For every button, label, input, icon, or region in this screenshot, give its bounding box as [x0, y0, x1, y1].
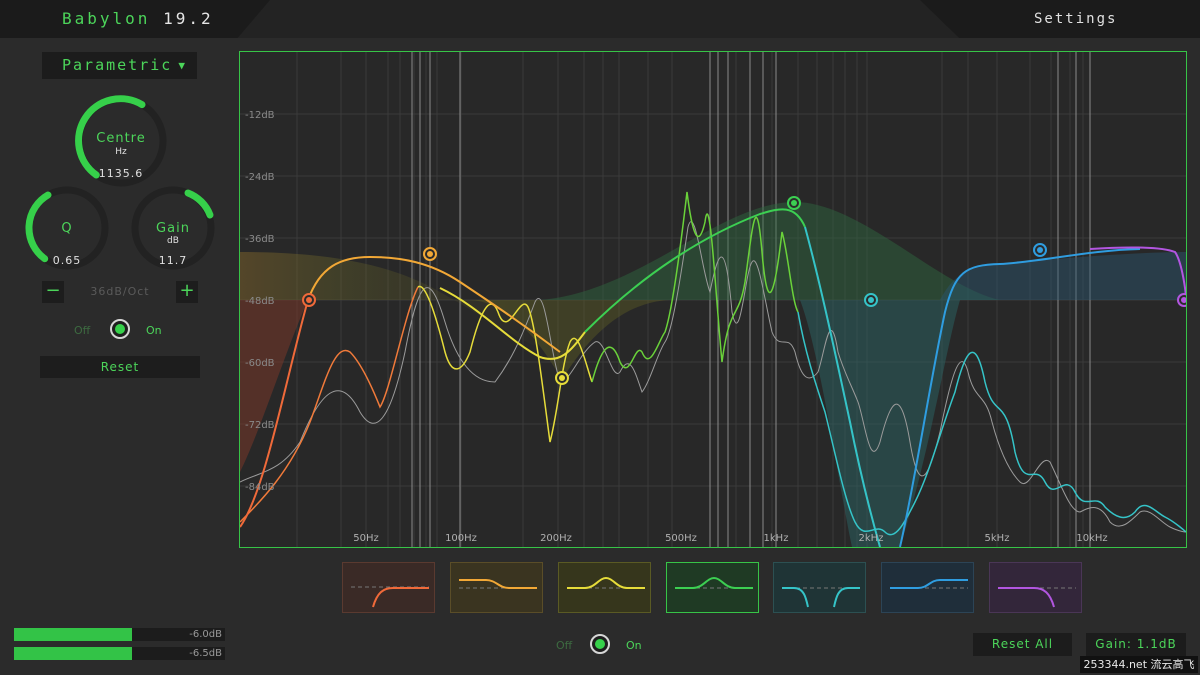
- db-label: -36dB: [245, 234, 275, 245]
- band-toggle-off-label[interactable]: Off: [74, 324, 90, 337]
- reset-button[interactable]: Reset: [40, 356, 200, 378]
- band-node-bell2[interactable]: [787, 196, 801, 210]
- q-label: Q: [61, 221, 73, 236]
- band-toggle-on-label[interactable]: On: [146, 324, 162, 337]
- q-value: 0.65: [52, 254, 82, 267]
- band-button-bell2-selected[interactable]: [666, 562, 759, 613]
- output-meter-left: -6.0dB: [14, 628, 225, 641]
- lowshelf-shape-icon: [459, 579, 537, 589]
- global-toggle-on-label[interactable]: On: [626, 639, 642, 652]
- highshelf-fill-area: [940, 252, 1186, 300]
- freq-label: 200Hz: [540, 533, 572, 544]
- band-node-lowcut[interactable]: [302, 293, 316, 307]
- app-name: Babylon: [62, 9, 151, 28]
- slope-decrease-button[interactable]: −: [42, 281, 64, 303]
- lowcut-fill-area: [240, 300, 308, 472]
- mode-dropdown[interactable]: Parametric ▼: [42, 52, 197, 79]
- highshelf-shape-icon: [890, 579, 968, 589]
- settings-button[interactable]: Settings: [1034, 11, 1117, 27]
- global-power-toggle: Off On: [556, 634, 656, 658]
- meter-right-fill: [14, 647, 133, 660]
- band-button-lowcut[interactable]: [342, 562, 435, 613]
- db-label: -48dB: [245, 296, 275, 307]
- centre-unit: Hz: [115, 147, 127, 157]
- highcut-shape-icon: [998, 587, 1076, 608]
- reset-all-button[interactable]: Reset All: [973, 633, 1072, 656]
- band-node-lowshelf[interactable]: [423, 247, 437, 261]
- gain-label: Gain: [156, 221, 190, 236]
- freq-label: 5kHz: [985, 533, 1010, 544]
- slope-control: − 36dB/Oct +: [42, 281, 198, 303]
- header-bar: Babylon 19.2 Settings: [0, 0, 1200, 38]
- app-title: Babylon 19.2: [62, 9, 214, 28]
- freq-label: 100Hz: [445, 533, 477, 544]
- db-label: -84dB: [245, 482, 275, 493]
- bell1-shape-icon: [567, 576, 645, 589]
- global-toggle-switch[interactable]: [590, 634, 610, 654]
- freq-label: 50Hz: [353, 533, 379, 544]
- gain-readout: Gain: 1.1dB: [1086, 633, 1186, 656]
- band-button-highshelf[interactable]: [881, 562, 974, 613]
- app-version: 19.2: [163, 9, 214, 28]
- freq-label: 1kHz: [764, 533, 789, 544]
- db-label: -72dB: [245, 420, 275, 431]
- db-label: -24dB: [245, 172, 275, 183]
- notch-shape-icon: [782, 587, 860, 608]
- band-button-highcut[interactable]: [989, 562, 1082, 613]
- band-button-notch[interactable]: [773, 562, 866, 613]
- centre-label: Centre: [96, 131, 146, 146]
- gain-knob[interactable]: Gain dB 11.7: [130, 185, 216, 271]
- slope-value: 36dB/Oct: [90, 285, 150, 298]
- freq-label: 2kHz: [859, 533, 884, 544]
- meter-right-value: -6.5dB: [189, 648, 222, 659]
- band-node-bell1[interactable]: [555, 371, 569, 385]
- mode-selected-value: Parametric: [62, 56, 173, 74]
- bell2-fill-area: [540, 202, 1000, 300]
- q-knob[interactable]: Q 0.65: [24, 185, 110, 271]
- band-button-lowshelf[interactable]: [450, 562, 543, 613]
- output-meter-right: -6.5dB: [14, 647, 225, 660]
- gain-value: 11.7: [158, 254, 188, 267]
- chevron-down-icon: ▼: [178, 59, 187, 72]
- band-node-highshelf[interactable]: [1033, 243, 1047, 257]
- band-button-bell1[interactable]: [558, 562, 651, 613]
- slope-increase-button[interactable]: +: [176, 281, 198, 303]
- freq-label: 500Hz: [665, 533, 697, 544]
- eq-graph-canvas: -12dB -24dB -36dB -48dB -60dB -72dB -84d…: [240, 52, 1186, 547]
- freq-label: 10kHz: [1076, 533, 1107, 544]
- global-toggle-off-label[interactable]: Off: [556, 639, 572, 652]
- band-node-highcut[interactable]: [1177, 293, 1186, 307]
- db-label: -60dB: [245, 358, 275, 369]
- centre-value: 1135.6: [98, 167, 144, 180]
- band-toggle-switch[interactable]: [110, 319, 130, 339]
- meter-left-value: -6.0dB: [189, 629, 222, 640]
- meter-left-fill: [14, 628, 133, 641]
- watermark: 253344.net 流云高飞: [1080, 656, 1198, 673]
- gain-unit: dB: [167, 236, 179, 246]
- bell2-shape-icon: [675, 576, 753, 589]
- db-label: -12dB: [245, 110, 275, 121]
- band-power-toggle: Off On: [74, 319, 174, 343]
- band-node-notch[interactable]: [864, 293, 878, 307]
- lowcut-shape-icon: [351, 586, 429, 608]
- eq-graph[interactable]: -12dB -24dB -36dB -48dB -60dB -72dB -84d…: [239, 51, 1187, 548]
- centre-knob[interactable]: Centre Hz 1135.6: [74, 94, 168, 188]
